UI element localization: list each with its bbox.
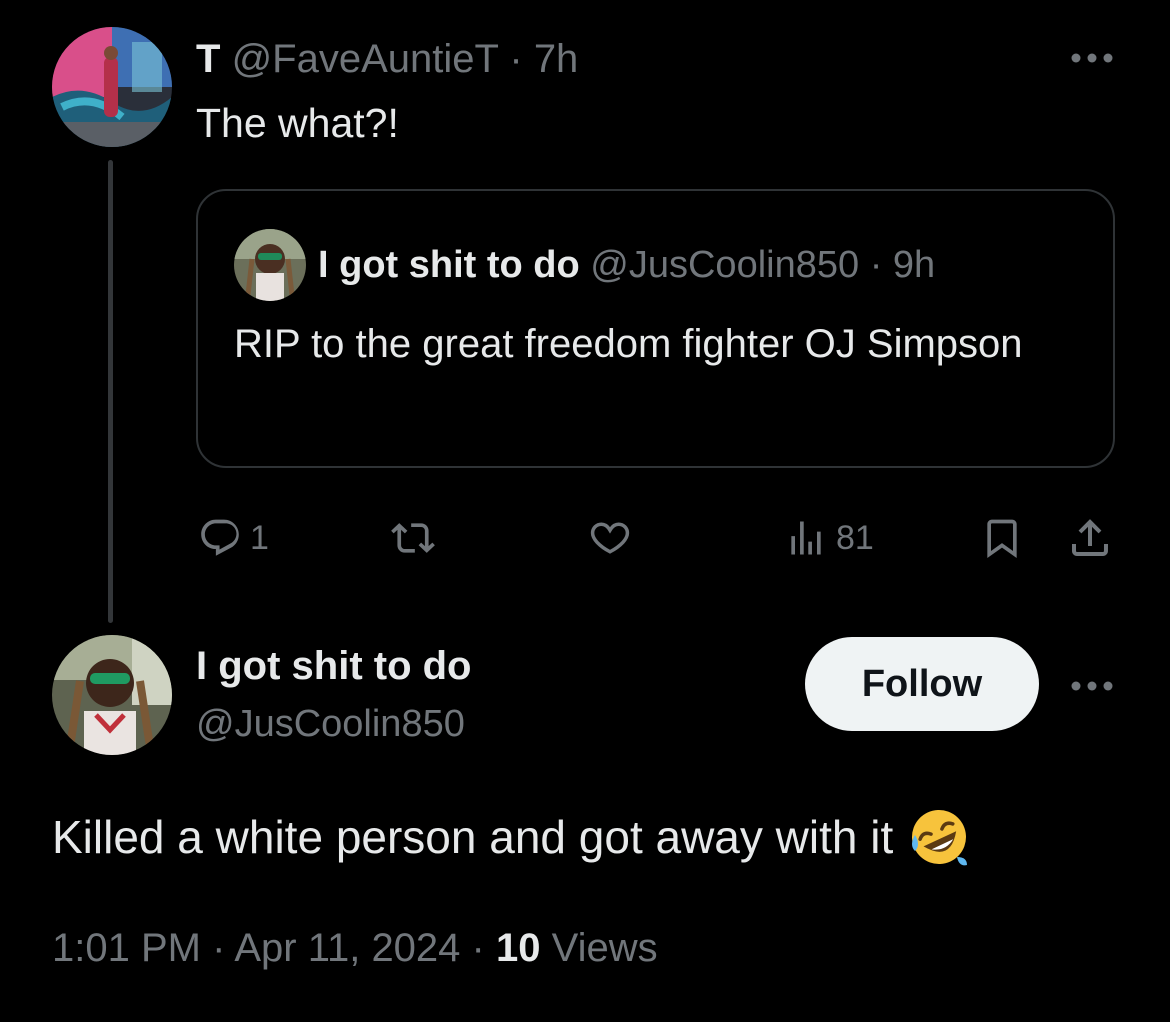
- quoted-separator: ·: [869, 244, 883, 286]
- tweet-meta: 1:01 PM · Apr 11, 2024 · 10 Views: [52, 922, 658, 974]
- heart-icon: [590, 522, 630, 554]
- tweet-time[interactable]: 1:01 PM: [52, 926, 201, 970]
- reply-icon: [201, 519, 239, 556]
- quoted-tweet-text: RIP to the great freedom fighter OJ Simp…: [234, 322, 1023, 366]
- quoted-display-name[interactable]: I got shit to do: [318, 244, 580, 286]
- quoted-handle[interactable]: @JusCoolin850: [590, 244, 859, 286]
- follow-button[interactable]: Follow: [805, 637, 1039, 731]
- parent-tweet-text: The what?!: [196, 100, 399, 146]
- main-tweet-text-row: Killed a white person and got away with …: [52, 805, 971, 869]
- main-tweet-text: Killed a white person and got away with …: [52, 811, 894, 863]
- tweet-views-label: Views: [551, 926, 658, 970]
- share-button[interactable]: [1066, 514, 1114, 562]
- parent-tweet-avatar[interactable]: [52, 27, 172, 147]
- quoted-tweet-header: I got shit to do @JusCoolin850 · 9h: [318, 242, 935, 288]
- main-display-name[interactable]: I got shit to do: [196, 642, 472, 690]
- like-button[interactable]: [586, 516, 642, 560]
- views-count: 81: [836, 519, 874, 557]
- tweet-views-count: 10: [496, 926, 541, 970]
- bookmark-button[interactable]: [980, 514, 1024, 562]
- views-icon: [791, 521, 821, 555]
- main-tweet-avatar[interactable]: [52, 635, 172, 755]
- rolling-on-floor-laughing-emoji-icon: [907, 805, 971, 869]
- meta-separator-1: ·: [212, 926, 226, 970]
- main-handle[interactable]: @JusCoolin850: [196, 700, 465, 748]
- more-horizontal-icon[interactable]: [1068, 48, 1116, 68]
- parent-display-name[interactable]: T: [196, 37, 220, 81]
- quoted-tweet-avatar[interactable]: [234, 229, 306, 301]
- parent-separator: ·: [509, 37, 523, 81]
- parent-tweet-header: T @FaveAuntieT · 7h: [196, 36, 578, 82]
- tweet-date[interactable]: Apr 11, 2024: [234, 926, 460, 970]
- reply-button[interactable]: 1: [198, 516, 269, 560]
- thread-connector-line: [108, 160, 113, 623]
- bookmark-icon: [987, 519, 1017, 559]
- parent-time[interactable]: 7h: [534, 37, 579, 81]
- retweet-button[interactable]: [388, 516, 446, 560]
- more-horizontal-icon[interactable]: [1068, 676, 1116, 696]
- retweet-icon: [391, 523, 435, 553]
- meta-separator-2: ·: [471, 926, 485, 970]
- reply-count: 1: [250, 519, 269, 557]
- views-button[interactable]: 81: [784, 516, 874, 560]
- quoted-time[interactable]: 9h: [893, 244, 935, 286]
- share-icon: [1072, 519, 1108, 556]
- parent-handle[interactable]: @FaveAuntieT: [232, 37, 499, 81]
